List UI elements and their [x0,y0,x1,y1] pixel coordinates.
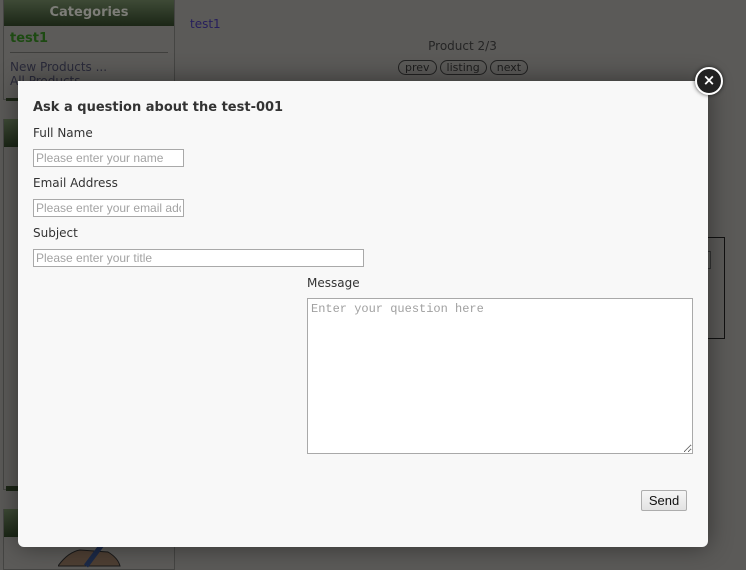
email-input[interactable] [33,199,184,217]
categories-heading: Categories [4,0,174,26]
ask-question-modal: Ask a question about the test-001 Full N… [18,81,708,547]
category-active[interactable]: test1 [4,26,174,52]
subject-label: Subject [33,226,78,240]
send-button[interactable]: Send [641,490,687,511]
divider [10,52,168,53]
full-name-label: Full Name [33,126,93,140]
listing-button[interactable]: listing [439,60,487,75]
product-nav: prev listing next [398,60,529,75]
subject-input[interactable] [33,249,364,267]
product-counter: Product 2/3 [428,39,497,53]
next-button[interactable]: next [489,60,529,75]
message-textarea[interactable] [307,298,693,454]
email-label: Email Address [33,176,118,190]
close-icon[interactable]: × [695,67,723,95]
modal-title: Ask a question about the test-001 [33,100,284,115]
new-products-link[interactable]: New Products ... [4,60,174,74]
full-name-input[interactable] [33,149,184,167]
message-label: Message [307,276,360,290]
prev-button[interactable]: prev [398,60,437,75]
breadcrumb-link[interactable]: test1 [190,17,221,31]
